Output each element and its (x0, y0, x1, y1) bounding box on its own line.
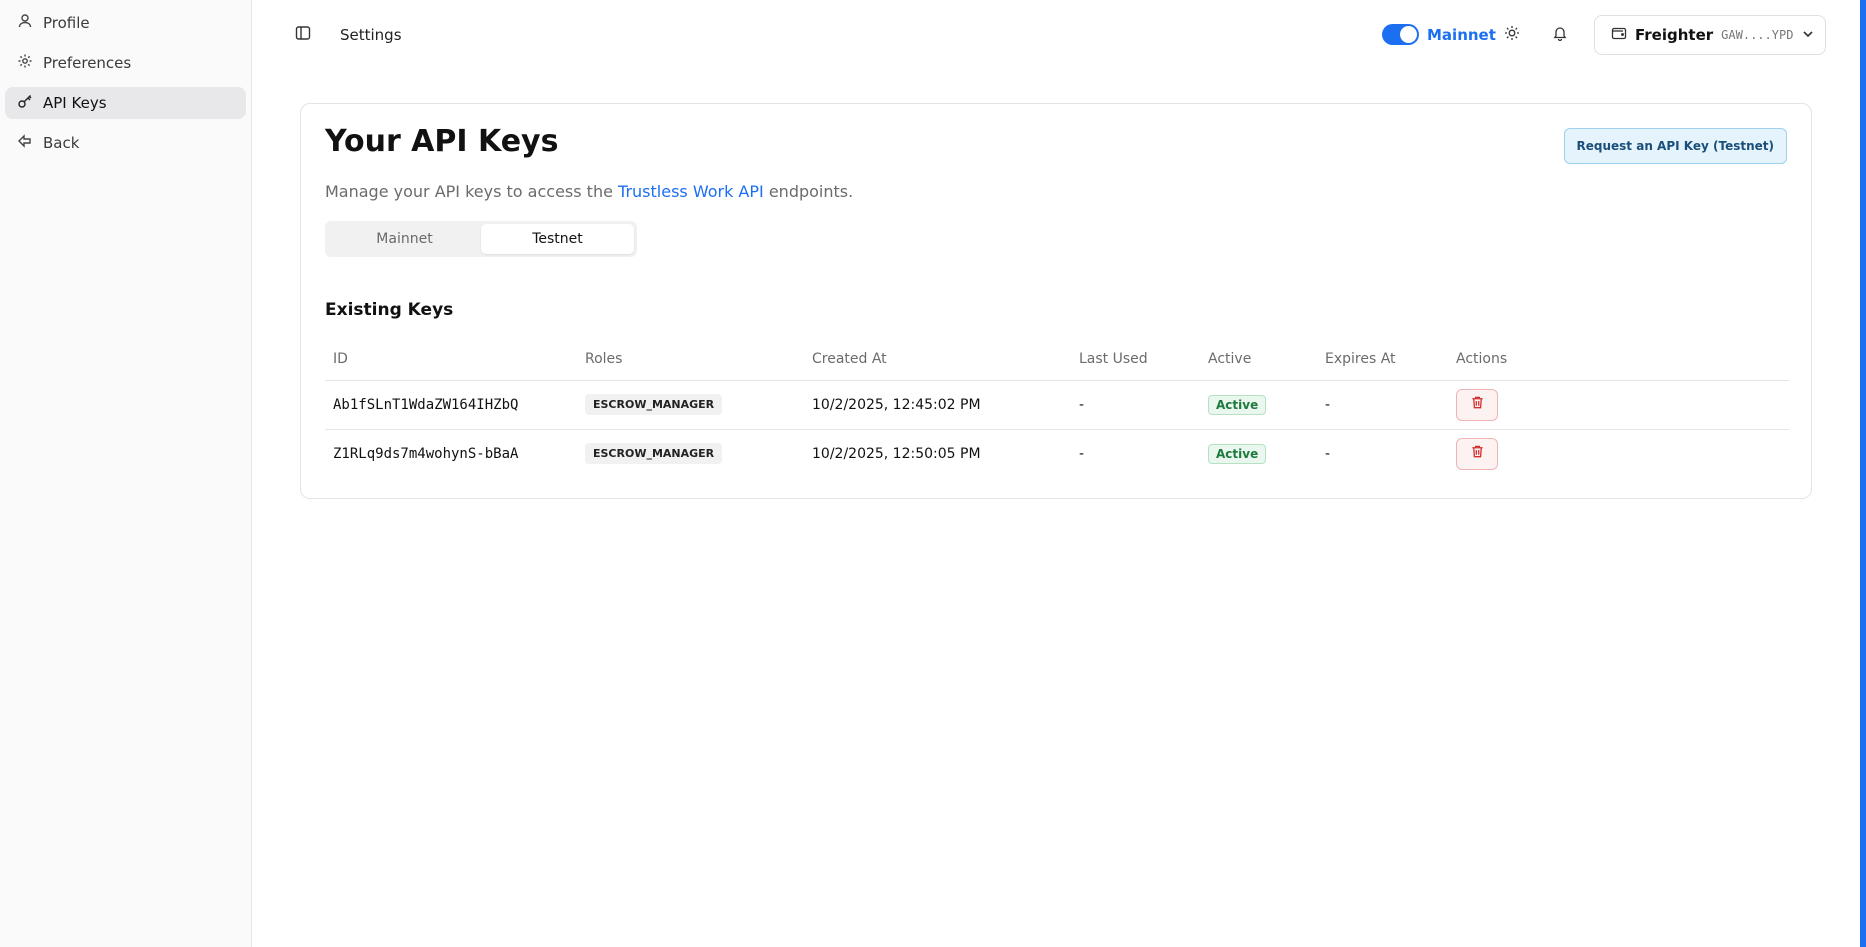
last-used: - (1079, 445, 1085, 462)
sidebar-item-profile[interactable]: Profile (5, 7, 246, 39)
expires-at: - (1325, 445, 1331, 462)
expires-at: - (1317, 380, 1448, 430)
trash-icon (1470, 395, 1485, 414)
role-badge: ESCROW_MANAGER (585, 394, 723, 415)
actions-cell (1448, 429, 1789, 478)
created-at: 10/2/2025, 12:45:02 PM (804, 380, 1071, 430)
request-api-key-button[interactable]: Request an API Key (Testnet) (1563, 128, 1787, 164)
subtitle-suffix: endpoints. (763, 182, 854, 201)
delete-key-button[interactable] (1456, 437, 1498, 470)
key-id: Z1RLq9ds7m4wohynS-bBaA (333, 445, 519, 462)
panel-left-icon (295, 25, 311, 45)
sidebar-item-preferences[interactable]: Preferences (5, 47, 246, 79)
api-keys-card: Your API Keys Manage your API keys to ac… (300, 103, 1812, 499)
network-label: Mainnet (1427, 25, 1496, 44)
network-tabs: Mainnet Testnet (325, 221, 637, 257)
wallet-selector[interactable]: Freighter GAW....YPD (1594, 15, 1826, 55)
column-header-roles: Roles (577, 338, 804, 381)
sidebar-item-label: Profile (43, 14, 90, 32)
sidebar-item-label: API Keys (43, 94, 107, 112)
bell-icon (1552, 25, 1568, 45)
key-id: Ab1fSLnT1WdaZW164IHZbQ (325, 380, 577, 430)
sidebar-item-api-keys[interactable]: API Keys (5, 87, 246, 119)
tab-testnet[interactable]: Testnet (481, 224, 634, 254)
sidebar-item-back[interactable]: Back (5, 127, 246, 159)
sun-icon (1504, 25, 1520, 45)
gear-icon (17, 53, 33, 73)
status-badge: Active (1208, 443, 1267, 464)
role-badge: ESCROW_MANAGER (585, 443, 723, 465)
column-header-active: Active (1200, 338, 1317, 381)
key-icon (17, 93, 33, 113)
user-icon (17, 13, 33, 33)
trash-icon (1470, 444, 1485, 463)
api-keys-table: ID Roles Created At Last Used Active Exp… (325, 338, 1789, 478)
chevron-down-icon (1801, 26, 1815, 45)
notifications-button[interactable] (1545, 20, 1575, 50)
table-row: Ab1fSLnT1WdaZW164IHZbQ ESCROW_MANAGER 10… (325, 380, 1789, 430)
column-header-last-used: Last Used (1071, 338, 1200, 381)
wallet-name: Freighter (1635, 26, 1714, 44)
sidebar-toggle-button[interactable] (292, 24, 314, 46)
network-switch[interactable] (1382, 24, 1419, 45)
active-cell: Active (1200, 429, 1317, 478)
back-arrow-icon (17, 133, 33, 153)
wallet-icon (1611, 25, 1627, 45)
created-at: 10/2/2025, 12:50:05 PM (812, 445, 981, 462)
actions-cell (1448, 380, 1789, 430)
scrollbar[interactable] (1860, 0, 1866, 947)
trustless-work-api-link[interactable]: Trustless Work API (618, 182, 764, 201)
table-header-row: ID Roles Created At Last Used Active Exp… (325, 338, 1789, 381)
sidebar-item-label: Back (43, 134, 80, 152)
tab-mainnet[interactable]: Mainnet (328, 224, 481, 254)
sidebar-item-label: Preferences (43, 54, 132, 72)
roles-cell: ESCROW_MANAGER (577, 380, 804, 430)
status-badge: Active (1208, 394, 1267, 415)
column-header-created-at: Created At (804, 338, 1071, 381)
app-root: Profile Preferences API Keys Back Settin… (0, 0, 1866, 947)
page-title: Settings (340, 26, 402, 44)
last-used: - (1071, 380, 1200, 430)
subtitle-prefix: Manage your API keys to access the (325, 182, 619, 201)
sidebar: Profile Preferences API Keys Back (0, 0, 252, 947)
column-header-expires-at: Expires At (1317, 338, 1448, 381)
table-row: Z1RLq9ds7m4wohynS-bBaA ESCROW_MANAGER 10… (325, 429, 1789, 478)
active-cell: Active (1200, 380, 1317, 430)
switch-knob (1400, 26, 1417, 43)
column-header-actions: Actions (1448, 338, 1789, 381)
topbar: Settings Mainnet Freighter GAW....YPD (252, 0, 1852, 70)
section-title: Existing Keys (325, 300, 454, 320)
wallet-address: GAW....YPD (1721, 28, 1794, 42)
card-title: Your API Keys (325, 124, 559, 159)
roles-cell: ESCROW_MANAGER (577, 429, 804, 478)
card-subtitle: Manage your API keys to access the Trust… (325, 182, 853, 201)
network-toggle: Mainnet (1382, 24, 1496, 45)
column-header-id: ID (325, 338, 577, 381)
delete-key-button[interactable] (1456, 388, 1498, 421)
theme-toggle-button[interactable] (1497, 20, 1527, 50)
